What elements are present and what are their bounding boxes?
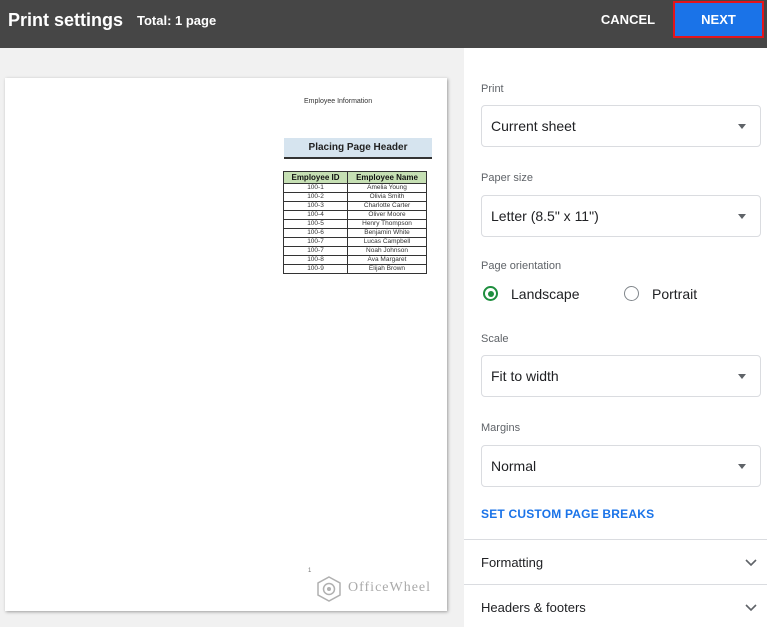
table-cell: 100-2 xyxy=(283,192,348,202)
total-pages: Total: 1 page xyxy=(137,13,217,28)
table-cell: Ava Margaret xyxy=(347,255,427,265)
margins-value: Normal xyxy=(491,458,537,474)
table-cell: 100-1 xyxy=(283,183,348,193)
table-cell: 100-4 xyxy=(283,210,348,220)
chevron-down-icon xyxy=(745,559,757,567)
print-select-value: Current sheet xyxy=(491,118,576,134)
table-row: 100-7 Noah Johnson xyxy=(283,246,427,256)
portrait-label: Portrait xyxy=(652,286,698,302)
table-cell: Amelia Young xyxy=(347,183,427,193)
table-row: 100-2 Olivia Smith xyxy=(283,192,427,202)
table-cell: 100-8 xyxy=(283,255,348,265)
table-row: 100-3 Charlotte Carter xyxy=(283,201,427,211)
headers-footers-section[interactable]: Headers & footers xyxy=(464,584,767,630)
table-cell: 100-9 xyxy=(283,264,348,274)
table-row: 100-5 Henry Thompson xyxy=(283,219,427,229)
table-cell: Henry Thompson xyxy=(347,219,427,229)
radio-checked-icon[interactable] xyxy=(483,286,498,301)
employee-table: Employee ID Employee Name 100-1 Amelia Yo… xyxy=(283,171,427,274)
scale-label: Scale xyxy=(481,333,509,345)
caret-down-icon xyxy=(738,374,746,379)
table-header-row: Employee ID Employee Name xyxy=(283,171,427,184)
table-cell: 100-5 xyxy=(283,219,348,229)
print-preview-area: Employee Information Placing Page Header… xyxy=(0,48,464,627)
paper-size-value: Letter (8.5" x 11") xyxy=(491,208,599,224)
settings-panel: Print Current sheet Paper size Letter (8… xyxy=(464,48,767,627)
table-cell: Benjamin White xyxy=(347,228,427,238)
caret-down-icon xyxy=(738,464,746,469)
top-bar: Print settings Total: 1 page CANCEL NEXT xyxy=(0,0,767,48)
table-cell: 100-7 xyxy=(283,237,348,247)
table-cell: 100-7 xyxy=(283,246,348,256)
sheet-title: Placing Page Header xyxy=(284,138,432,159)
paper-size-label: Paper size xyxy=(481,172,533,184)
chevron-down-icon xyxy=(745,604,757,612)
table-row: 100-9 Elijah Brown xyxy=(283,264,427,274)
table-cell: Elijah Brown xyxy=(347,264,427,274)
table-row: 100-8 Ava Margaret xyxy=(283,255,427,265)
table-cell: Oliver Moore xyxy=(347,210,427,220)
table-cell: Lucas Campbell xyxy=(347,237,427,247)
margins-select[interactable]: Normal xyxy=(481,445,761,487)
table-cell: Charlotte Carter xyxy=(347,201,427,211)
table-column-header: Employee ID xyxy=(283,171,348,184)
table-cell: Olivia Smith xyxy=(347,192,427,202)
margins-label: Margins xyxy=(481,422,521,434)
print-label: Print xyxy=(481,83,504,95)
officewheel-logo-icon xyxy=(317,576,341,602)
table-cell: 100-3 xyxy=(283,201,348,211)
landscape-label: Landscape xyxy=(511,286,580,302)
print-select[interactable]: Current sheet xyxy=(481,105,761,147)
watermark-text: OfficeWheel xyxy=(348,580,432,595)
table-column-header: Employee Name xyxy=(347,171,427,184)
set-custom-page-breaks-link[interactable]: SET CUSTOM PAGE BREAKS xyxy=(481,507,654,521)
radio-unchecked-icon[interactable] xyxy=(624,286,639,301)
orientation-label: Page orientation xyxy=(481,260,562,272)
preview-page: Employee Information Placing Page Header… xyxy=(5,78,447,611)
table-row: 100-4 Oliver Moore xyxy=(283,210,427,220)
table-row: 100-7 Lucas Campbell xyxy=(283,237,427,247)
formatting-label: Formatting xyxy=(481,555,544,570)
caret-down-icon xyxy=(738,214,746,219)
table-row: 100-6 Benjamin White xyxy=(283,228,427,238)
page-title: Print settings xyxy=(8,10,124,30)
caret-down-icon xyxy=(738,124,746,129)
headers-footers-label: Headers & footers xyxy=(481,600,586,615)
next-button[interactable]: NEXT xyxy=(673,1,764,38)
paper-size-select[interactable]: Letter (8.5" x 11") xyxy=(481,195,761,237)
table-cell: 100-6 xyxy=(283,228,348,238)
table-cell: Noah Johnson xyxy=(347,246,427,256)
watermark-logo: OfficeWheel xyxy=(314,572,464,606)
table-row: 100-1 Amelia Young xyxy=(283,183,427,193)
formatting-section[interactable]: Formatting xyxy=(464,539,767,585)
cancel-button[interactable]: CANCEL xyxy=(590,3,666,35)
doc-header-text: Employee Information xyxy=(304,98,373,105)
scale-select[interactable]: Fit to width xyxy=(481,355,761,397)
scale-value: Fit to width xyxy=(491,368,559,384)
page-number: 1 xyxy=(308,568,312,574)
